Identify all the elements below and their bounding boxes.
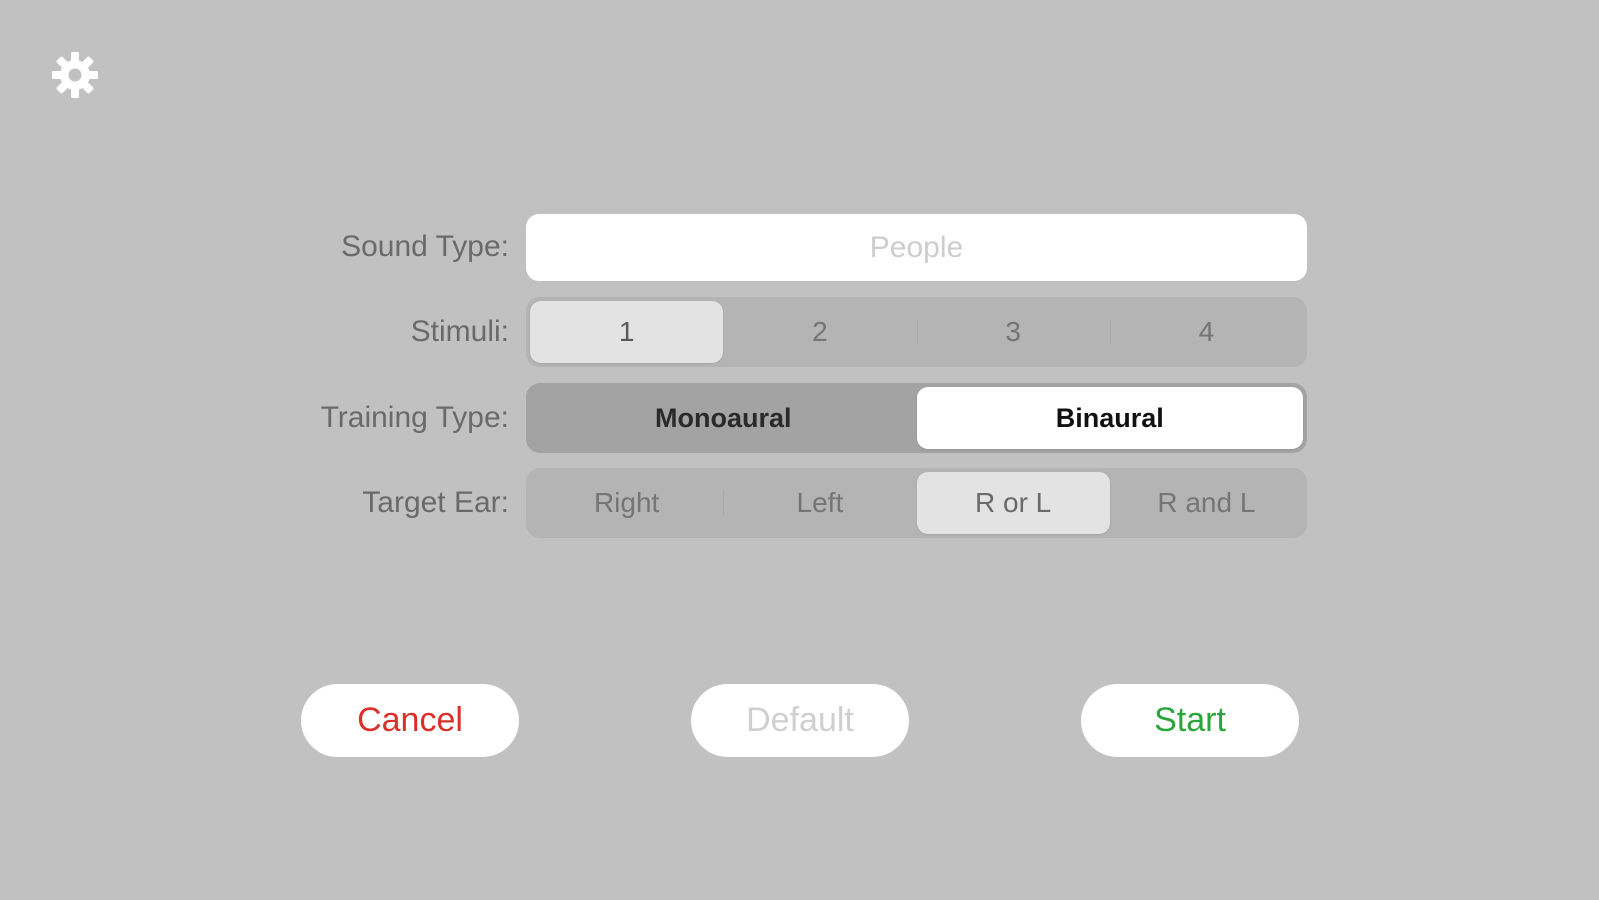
target-ear-option-r-or-l[interactable]: R or L bbox=[916, 472, 1110, 534]
sound-type-row: Sound Type: bbox=[0, 214, 1599, 281]
start-button[interactable]: Start bbox=[1081, 684, 1299, 757]
target-ear-option-r-and-l[interactable]: R and L bbox=[1110, 472, 1303, 534]
gear-icon bbox=[52, 52, 98, 98]
default-button[interactable]: Default bbox=[691, 684, 909, 757]
target-ear-option-left[interactable]: Left bbox=[723, 472, 916, 534]
training-type-row: Training Type: Monoaural Binaural bbox=[0, 383, 1599, 453]
training-type-segmented-control: Monoaural Binaural bbox=[526, 383, 1307, 453]
training-type-label: Training Type: bbox=[320, 401, 509, 434]
target-ear-option-right[interactable]: Right bbox=[530, 472, 723, 534]
target-ear-row: Target Ear: Right Left R or L R and L bbox=[0, 468, 1599, 538]
stimuli-option-4[interactable]: 4 bbox=[1109, 301, 1303, 363]
training-type-option-monoaural[interactable]: Monoaural bbox=[530, 387, 917, 449]
stimuli-option-1[interactable]: 1 bbox=[530, 301, 724, 363]
training-setup-screen: Sound Type: Stimuli: 1 2 3 4 Training Ty… bbox=[0, 0, 1599, 900]
stimuli-label: Stimuli: bbox=[410, 315, 509, 348]
sound-type-label: Sound Type: bbox=[341, 230, 509, 263]
stimuli-segmented-control: 1 2 3 4 bbox=[526, 297, 1307, 367]
stimuli-row: Stimuli: 1 2 3 4 bbox=[0, 297, 1599, 367]
cancel-button[interactable]: Cancel bbox=[301, 684, 519, 757]
sound-type-input[interactable] bbox=[526, 214, 1307, 281]
stimuli-option-2[interactable]: 2 bbox=[723, 301, 916, 363]
training-type-option-binaural[interactable]: Binaural bbox=[916, 387, 1303, 449]
settings-button[interactable] bbox=[50, 50, 100, 100]
target-ear-segmented-control: Right Left R or L R and L bbox=[526, 468, 1307, 538]
stimuli-option-3[interactable]: 3 bbox=[916, 301, 1110, 363]
target-ear-label: Target Ear: bbox=[362, 486, 509, 519]
